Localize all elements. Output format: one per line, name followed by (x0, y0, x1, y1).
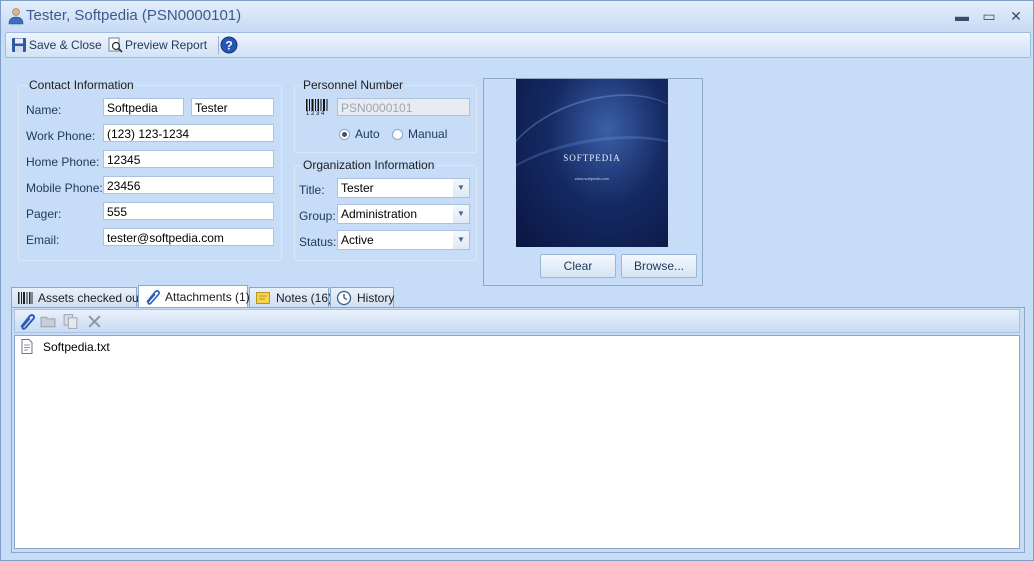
auto-label: Auto (355, 127, 380, 141)
attachment-name: Softpedia.txt (43, 340, 110, 354)
personnel-photo: SOFTPEDIA www.softpedia.com (516, 79, 668, 247)
work-phone-label: Work Phone: (26, 129, 96, 143)
pager-label: Pager: (26, 207, 62, 221)
tab-assets-checked-out[interactable]: Assets checked out (11, 287, 142, 307)
attachments-list: Softpedia.txt (14, 335, 1020, 549)
mobile-phone-input[interactable]: 23456 (103, 176, 274, 194)
copy-icon[interactable] (62, 313, 79, 330)
personnel-number-title: Personnel Number (301, 78, 406, 92)
status-select[interactable]: Active ▼ (337, 230, 470, 250)
home-phone-label: Home Phone: (26, 155, 100, 169)
pager-input[interactable]: 555 (103, 202, 274, 220)
clear-photo-button[interactable]: Clear (540, 254, 616, 278)
photo-url-text: www.softpedia.com (574, 176, 610, 181)
save-close-button[interactable]: Save & Close (11, 36, 103, 54)
note-icon (256, 292, 270, 304)
tab-label: Attachments (1) (165, 290, 250, 304)
barcode-icon (18, 292, 33, 304)
barcode-digits: 1 2 3 4 (306, 111, 325, 117)
mobile-phone-label: Mobile Phone: (26, 181, 103, 195)
open-folder-icon[interactable] (40, 313, 57, 330)
last-name-input[interactable]: Tester (191, 98, 274, 116)
toolbar-separator (218, 36, 219, 54)
group-label: Group: (299, 209, 336, 223)
tab-label: Notes (16) (276, 291, 333, 305)
tab-notes[interactable]: Notes (16) (249, 287, 333, 307)
attachments-toolbar (14, 309, 1020, 333)
chevron-down-icon: ▼ (453, 205, 469, 223)
tab-attachments[interactable]: Attachments (1) (138, 285, 250, 307)
organization-information-title: Organization Information (301, 158, 437, 172)
main-toolbar: Save & Close Preview Report ? (5, 32, 1031, 58)
floppy-disk-icon (12, 38, 26, 52)
svg-text:?: ? (225, 39, 232, 53)
attachments-panel: Softpedia.txt (11, 307, 1025, 553)
chevron-down-icon: ▼ (453, 231, 469, 249)
paperclip-icon (146, 290, 160, 305)
browse-photo-button[interactable]: Browse... (621, 254, 697, 278)
status-select-value: Active (341, 233, 374, 247)
manual-radio[interactable] (392, 129, 403, 140)
photo-brand-text: SOFTPEDIA (563, 153, 621, 163)
title-label: Title: (299, 183, 325, 197)
group-select[interactable]: Administration ▼ (337, 204, 470, 224)
title-bar[interactable]: Tester, Softpedia (PSN0000101) ▬ ▭ ✕ (1, 1, 1033, 31)
title-select-value: Tester (341, 181, 374, 195)
paperclip-icon[interactable] (18, 313, 35, 330)
title-select[interactable]: Tester ▼ (337, 178, 470, 198)
tab-label: Assets checked out (38, 291, 143, 305)
user-icon (8, 8, 24, 25)
text-file-icon (21, 339, 33, 354)
delete-icon[interactable] (86, 313, 103, 330)
name-label: Name: (26, 103, 62, 117)
window-title: Tester, Softpedia (PSN0000101) (26, 7, 242, 24)
chevron-down-icon: ▼ (453, 179, 469, 197)
email-label: Email: (26, 233, 60, 247)
preview-report-label: Preview Report (125, 38, 208, 52)
maximize-button[interactable]: ▭ (978, 6, 1000, 26)
status-label: Status: (299, 235, 337, 249)
manual-label: Manual (408, 127, 448, 141)
magnifier-page-icon (108, 37, 123, 53)
save-close-label: Save & Close (29, 38, 102, 52)
main-window: Tester, Softpedia (PSN0000101) ▬ ▭ ✕ Sav… (0, 0, 1034, 561)
work-phone-input[interactable]: (123) 123-1234 (103, 124, 274, 142)
email-input[interactable]: tester@softpedia.com (103, 228, 274, 246)
clock-icon (336, 290, 352, 306)
close-button[interactable]: ✕ (1005, 6, 1027, 26)
preview-report-button[interactable]: Preview Report (107, 36, 213, 54)
tab-label: History (357, 291, 395, 305)
first-name-input[interactable]: Softpedia (103, 98, 184, 116)
tab-history[interactable]: History (330, 287, 394, 307)
minimize-button[interactable]: ▬ (951, 6, 973, 26)
photo-panel: SOFTPEDIA www.softpedia.com Clear Browse… (483, 78, 703, 286)
group-select-value: Administration (341, 207, 418, 221)
home-phone-input[interactable]: 12345 (103, 150, 274, 168)
contact-information-title: Contact Information (27, 78, 136, 92)
personnel-number-input[interactable]: PSN0000101 (337, 98, 470, 116)
auto-radio[interactable] (339, 129, 350, 140)
help-icon[interactable]: ? (220, 36, 238, 54)
